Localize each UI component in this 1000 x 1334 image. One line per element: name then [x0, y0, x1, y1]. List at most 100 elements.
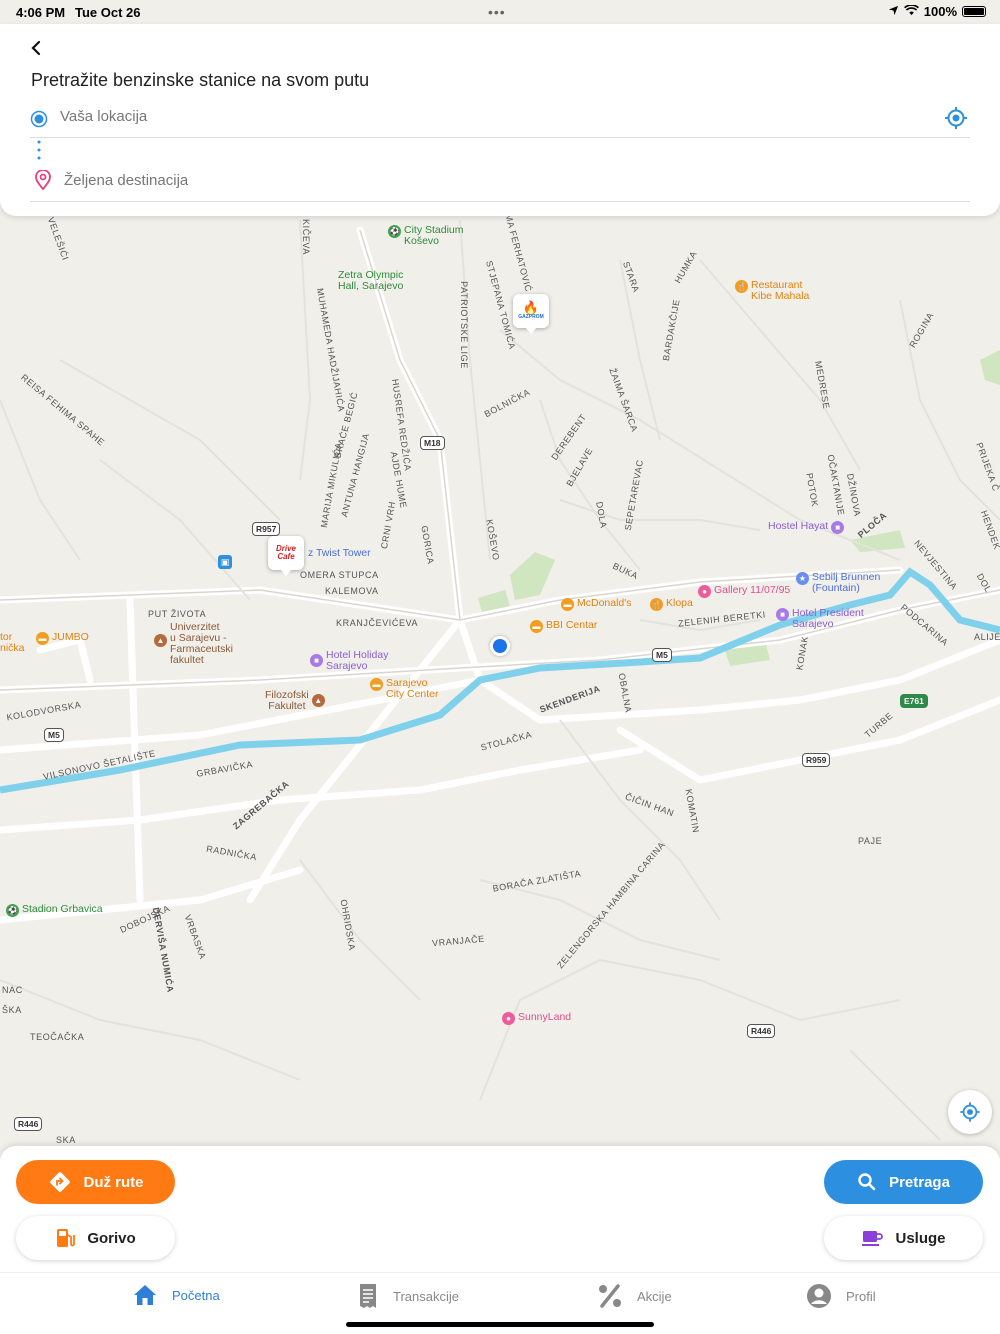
battery-icon [962, 6, 986, 17]
tab-home[interactable]: Početna [132, 1283, 220, 1307]
school-icon: ▲ [311, 694, 325, 707]
stadium-icon: ⚽ [388, 225, 401, 238]
gallery-icon: ● [698, 585, 711, 598]
route-search-panel: Pretražite benzinske stanice na svom put… [0, 24, 1000, 216]
shop-icon: ▬ [36, 632, 49, 645]
street-label: TEOČAČKA [30, 1032, 85, 1042]
multitasking-dots[interactable]: ••• [488, 4, 506, 20]
poi-restaurant-kibe[interactable]: 🍴 Restaurant Kibe Mahala [735, 280, 809, 302]
poi-sebilj[interactable]: ★ Sebilj Brunnen (Fountain) [796, 572, 880, 594]
destination-pin-icon [34, 169, 52, 195]
poi-hotel-holiday[interactable]: ■ Hotel Holiday Sarajevo [310, 650, 388, 672]
map-locate-button[interactable] [948, 1090, 992, 1134]
road-shield: R957 [252, 522, 281, 536]
poi-stadion-grbavica[interactable]: ⚽ Stadion Grbavica [6, 904, 103, 917]
current-location-icon[interactable] [944, 106, 968, 135]
along-route-button[interactable]: Duž rute [16, 1160, 175, 1204]
receipt-icon [360, 1284, 376, 1308]
poi-hotel-president[interactable]: ■ Hotel President Sarajevo [776, 608, 864, 630]
food-icon: ▬ [561, 598, 574, 611]
shop-icon: ▬ [530, 620, 543, 633]
restaurant-icon: 🍴 [650, 598, 663, 611]
street-label: KIČEVA [300, 219, 311, 255]
poi-tor-nicka[interactable]: tor nička [0, 632, 25, 654]
search-icon [858, 1173, 876, 1191]
services-label: Usluge [895, 1229, 946, 1247]
bed-icon: ■ [310, 654, 323, 667]
poi-bbi[interactable]: ▬ BBI Centar [530, 620, 597, 633]
street-label: SKA [56, 1135, 76, 1145]
street-label: KALEMOVA [325, 586, 379, 596]
fuel-filter-button[interactable]: Gorivo [16, 1216, 175, 1260]
poi-jumbo[interactable]: ▬ JUMBO [36, 632, 89, 645]
back-button[interactable] [24, 36, 48, 60]
tab-transactions-label: Transakcije [393, 1288, 459, 1304]
destination-field[interactable] [30, 166, 970, 202]
wifi-icon [903, 4, 919, 19]
road-shield: M18 [420, 436, 445, 450]
street-label: ALIJE [974, 632, 1000, 642]
bed-icon: ■ [776, 608, 789, 621]
restaurant-icon: 🍴 [735, 280, 748, 293]
poi-sunnyland[interactable]: ● SunnyLand [502, 1012, 571, 1025]
tab-home-label: Početna [172, 1287, 220, 1303]
poi-klopa[interactable]: 🍴 Klopa [650, 598, 693, 611]
gazprom-station-marker[interactable]: 🔥 GAZPROM [513, 294, 549, 334]
poi-city-stadium[interactable]: ⚽ City Stadium Koševo [388, 225, 464, 247]
drive-cafe-marker[interactable]: Drive Cafe [268, 536, 304, 576]
bus-stop-icon[interactable]: ▣ [218, 555, 232, 569]
percent-icon [599, 1284, 621, 1308]
poi-gallery[interactable]: ● Gallery 11/07/95 [698, 585, 790, 598]
amusement-icon: ● [502, 1012, 515, 1025]
status-indicators: 100% [888, 4, 986, 19]
status-time: 4:06 PM [16, 5, 66, 20]
poi-mcdonalds[interactable]: ▬ McDonald's [561, 598, 632, 611]
page-title: Pretražite benzinske stanice na svom put… [31, 70, 370, 90]
road-shield: R446 [14, 1117, 43, 1131]
battery-percent: 100% [923, 4, 957, 19]
status-bar: 4:06 PM Tue Oct 26 ••• 100% [0, 0, 1000, 24]
poi-city-center[interactable]: ▬ Sarajevo City Center [370, 678, 439, 700]
status-date: Tue Oct 26 [75, 5, 141, 20]
gazprom-logo-icon: 🔥 [522, 300, 540, 315]
origin-dot-icon [30, 110, 48, 133]
coffee-cup-icon [862, 1231, 884, 1246]
stadium-icon: ⚽ [6, 904, 19, 917]
destination-input[interactable] [64, 172, 924, 189]
action-sheet: Duž rute Pretraga Gorivo Usluge [0, 1146, 1000, 1272]
origin-input[interactable] [60, 108, 920, 125]
poi-hostel-hayat[interactable]: Hostel Hayat ■ [768, 521, 845, 534]
user-avatar-icon [807, 1284, 831, 1308]
route-connector-dots [37, 140, 41, 160]
bed-icon: ■ [831, 521, 845, 534]
road-shield: R959 [802, 753, 831, 767]
user-location-dot [490, 636, 510, 656]
poi-zetra[interactable]: Zetra Olympic Hall, Sarajevo [338, 270, 403, 292]
search-button[interactable]: Pretraga [824, 1160, 983, 1204]
tab-transactions[interactable]: Transakcije [357, 1283, 459, 1309]
services-filter-button[interactable]: Usluge [824, 1216, 983, 1260]
fuel-label: Gorivo [87, 1229, 136, 1247]
tab-bar: Početna Transakcije Akcije Profil [0, 1272, 1000, 1334]
poi-univerzitet[interactable]: ▲ Univerzitet u Sarajevu - Farmaceutski f… [154, 622, 233, 666]
road-shield: M5 [652, 648, 672, 662]
road-shield: E761 [900, 694, 928, 708]
street-label: OMERA STUPCA [300, 570, 379, 580]
tab-promotions-label: Akcije [637, 1288, 672, 1304]
street-label: KRANJČEVIĆEVA [336, 618, 419, 628]
poi-filozofski[interactable]: Filozofski Fakultet ▲ [265, 690, 325, 712]
tab-profile[interactable]: Profil [806, 1283, 876, 1309]
street-label: NAC [2, 985, 23, 995]
street-label: ŠKA [2, 1005, 22, 1015]
street-label: PUT ŽIVOTA [148, 609, 207, 619]
home-indicator [346, 1322, 654, 1327]
poi-twist-tower[interactable]: z Twist Tower [308, 548, 371, 559]
chevron-left-icon [31, 40, 41, 56]
tab-promotions[interactable]: Akcije [597, 1283, 672, 1309]
route-turn-icon [49, 1172, 70, 1192]
star-icon: ★ [796, 572, 809, 585]
origin-field[interactable] [30, 104, 970, 138]
screen: J VELEŠIĆI KIČEVA ASIMA FERHATOVIĆ STARA… [0, 0, 1000, 1334]
location-arrow-icon [888, 4, 899, 19]
school-icon: ▲ [154, 634, 167, 647]
